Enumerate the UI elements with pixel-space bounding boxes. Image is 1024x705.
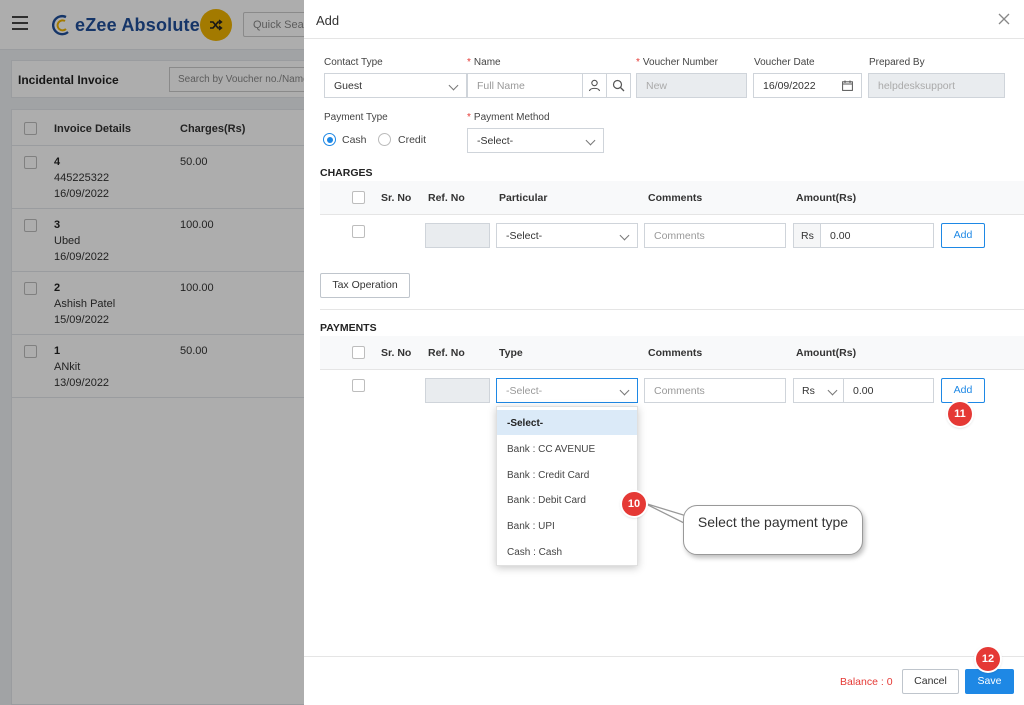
payments-select-all-checkbox[interactable] bbox=[352, 346, 365, 359]
charge-amount-input[interactable]: 0.00 bbox=[820, 223, 934, 248]
payment-type-option[interactable]: Bank : Credit Card bbox=[497, 462, 637, 487]
charge-refno-input bbox=[425, 223, 490, 248]
payment-comments-input[interactable]: Comments bbox=[644, 378, 786, 403]
charges-table-header: Sr. No Ref. No Particular Comments Amoun… bbox=[320, 181, 1024, 215]
payment-type-cash-label[interactable]: Cash bbox=[342, 134, 367, 146]
particular-select[interactable]: -Select- bbox=[496, 223, 638, 248]
payment-type-option[interactable]: -Select- bbox=[497, 410, 637, 435]
charges-refno-header: Ref. No bbox=[428, 192, 465, 204]
step-badge-11: 11 bbox=[948, 402, 972, 426]
charges-particular-header: Particular bbox=[499, 192, 548, 204]
charges-section-title: CHARGES bbox=[320, 167, 373, 179]
step-badge-12: 12 bbox=[976, 647, 1000, 671]
payment-row-checkbox[interactable] bbox=[352, 379, 365, 392]
cancel-button[interactable]: Cancel bbox=[902, 669, 959, 694]
add-payment-button[interactable]: Add bbox=[941, 378, 985, 403]
tax-operation-button[interactable]: Tax Operation bbox=[320, 273, 410, 298]
section-divider bbox=[320, 309, 1024, 310]
payment-type-select[interactable]: -Select- bbox=[496, 378, 638, 403]
voucher-number-input: New bbox=[636, 73, 747, 98]
payment-method-value: -Select- bbox=[477, 135, 514, 147]
close-icon[interactable] bbox=[998, 13, 1010, 25]
charges-amount-header: Amount(Rs) bbox=[796, 192, 857, 204]
payment-type-dropdown: -Select- Bank : CC AVENUE Bank : Credit … bbox=[496, 406, 638, 566]
contact-type-select[interactable]: Guest bbox=[324, 73, 467, 98]
modal-title: Add bbox=[316, 13, 340, 28]
chevron-down-icon bbox=[619, 385, 630, 396]
add-voucher-modal: Add Contact Type Guest * Name Full Name *… bbox=[304, 0, 1024, 705]
payments-srno-header: Sr. No bbox=[381, 347, 412, 359]
payment-type-value: -Select- bbox=[506, 385, 543, 397]
payments-table-header: Sr. No Ref. No Type Comments Amount(Rs) bbox=[320, 336, 1024, 370]
payment-type-cash-radio[interactable] bbox=[323, 133, 336, 146]
payment-type-option[interactable]: Bank : CC AVENUE bbox=[497, 436, 637, 461]
chevron-down-icon bbox=[585, 135, 596, 146]
payments-type-header: Type bbox=[499, 347, 523, 359]
prepared-by-input: helpdesksupport bbox=[868, 73, 1005, 98]
payment-method-select[interactable]: -Select- bbox=[467, 128, 604, 153]
charges-srno-header: Sr. No bbox=[381, 192, 412, 204]
payments-amount-header: Amount(Rs) bbox=[796, 347, 857, 359]
charge-row-checkbox[interactable] bbox=[352, 225, 365, 238]
payment-refno-input bbox=[425, 378, 490, 403]
user-icon bbox=[588, 79, 601, 92]
callout-bubble: Select the payment type bbox=[683, 505, 863, 555]
charge-currency: Rs bbox=[793, 223, 821, 248]
payment-method-label: * Payment Method bbox=[467, 112, 550, 123]
payment-amount-input[interactable]: 0.00 bbox=[843, 378, 934, 403]
particular-value: -Select- bbox=[506, 230, 543, 242]
name-label: * Name bbox=[467, 57, 501, 68]
charges-select-all-checkbox[interactable] bbox=[352, 191, 365, 204]
modal-backdrop[interactable] bbox=[0, 0, 304, 705]
full-name-input[interactable]: Full Name bbox=[467, 73, 583, 98]
chevron-down-icon bbox=[448, 80, 459, 91]
charge-comments-input[interactable]: Comments bbox=[644, 223, 786, 248]
voucher-number-label: * Voucher Number bbox=[636, 57, 718, 68]
payment-currency-value: Rs bbox=[802, 385, 815, 397]
chevron-down-icon bbox=[619, 230, 630, 241]
contact-type-label: Contact Type bbox=[324, 57, 383, 68]
modal-footer: Balance : 0 Cancel Save bbox=[304, 656, 1024, 705]
payments-comments-header: Comments bbox=[648, 347, 703, 359]
payment-type-credit-radio[interactable] bbox=[378, 133, 391, 146]
balance-text: Balance : 0 bbox=[840, 676, 893, 688]
payments-refno-header: Ref. No bbox=[428, 347, 465, 359]
modal-header: Add bbox=[304, 0, 1024, 39]
voucher-date-value: 16/09/2022 bbox=[763, 80, 816, 92]
chevron-down-icon bbox=[827, 385, 838, 396]
calendar-icon[interactable] bbox=[842, 80, 853, 91]
payment-type-option[interactable]: Bank : Debit Card bbox=[497, 487, 637, 512]
save-button[interactable]: Save bbox=[965, 669, 1014, 694]
add-charge-button[interactable]: Add bbox=[941, 223, 985, 248]
payment-type-credit-label[interactable]: Credit bbox=[398, 134, 426, 146]
payment-type-label: Payment Type bbox=[324, 112, 388, 123]
contact-type-value: Guest bbox=[334, 80, 363, 92]
voucher-date-label: Voucher Date bbox=[754, 57, 815, 68]
step-badge-10: 10 bbox=[622, 492, 646, 516]
search-icon bbox=[612, 79, 625, 92]
payment-type-option[interactable]: Cash : Cash bbox=[497, 539, 637, 564]
search-name-button[interactable] bbox=[606, 73, 631, 98]
guest-lookup-button[interactable] bbox=[582, 73, 607, 98]
charges-comments-header: Comments bbox=[648, 192, 703, 204]
prepared-by-label: Prepared By bbox=[869, 57, 925, 68]
payment-currency-select[interactable]: Rs bbox=[793, 378, 844, 403]
payments-section-title: PAYMENTS bbox=[320, 322, 377, 334]
voucher-date-input[interactable]: 16/09/2022 bbox=[753, 73, 862, 98]
payment-type-option[interactable]: Bank : UPI bbox=[497, 513, 637, 538]
